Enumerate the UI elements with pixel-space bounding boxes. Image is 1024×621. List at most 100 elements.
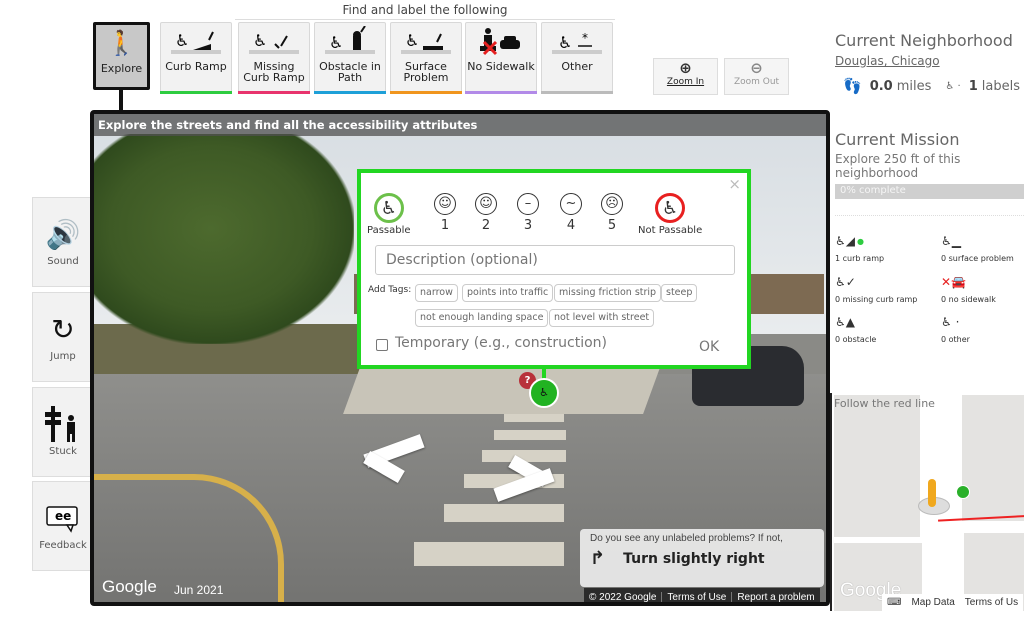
speaker-icon: 🔊 [45, 217, 81, 251]
other-color-bar [541, 91, 613, 94]
svg-text:*: * [582, 31, 588, 45]
zoom-out-icon: ⊖ [750, 59, 763, 77]
missing-curb-ramp-button[interactable]: ♿ Missing Curb Ramp [238, 22, 310, 94]
tag-narrow[interactable]: narrow [415, 284, 458, 302]
severity-3-label: 3 [523, 218, 533, 233]
find-and-label-title: Find and label the following [235, 3, 615, 20]
no-sidewalk-icon: ✕ 🚘 [941, 275, 967, 289]
tag-steep[interactable]: steep [661, 284, 698, 302]
obstacle-icon: ♿▲ [835, 315, 855, 329]
map-data-link[interactable]: Map Data [906, 597, 959, 608]
google-logo: Google [102, 577, 157, 596]
neighborhood-stats: 👣 0.0 miles ♿ · 1 labels [843, 77, 1020, 95]
pegman-icon[interactable] [928, 479, 936, 507]
feedback-label: Feedback [39, 540, 87, 551]
copyright: © 2022 Google [589, 591, 657, 603]
surface-problem-label: Surface Problem [403, 60, 449, 84]
curb-ramp-button[interactable]: ♿ Curb Ramp [160, 22, 232, 94]
severity-5-label: 5 [607, 218, 617, 233]
crosswalk-stripe [494, 430, 566, 440]
other-icon: ♿ · [941, 315, 960, 329]
mission-progress-text: 0% complete [840, 185, 906, 196]
other-icon: ♿ * [542, 23, 612, 59]
surface-problem-icon: ♿ [391, 23, 461, 59]
mission-progress-bar: 0% complete [835, 184, 1024, 199]
neighborhood-link[interactable]: Douglas, Chicago [835, 54, 940, 68]
svg-text:♿: ♿ [329, 33, 343, 52]
close-icon[interactable]: × [728, 175, 741, 193]
svg-text:♿: ♿ [405, 31, 419, 50]
miles-value: 0.0 [869, 78, 893, 94]
no-sidewalk-label: No Sidewalk [467, 60, 535, 73]
jump-button[interactable]: ↻ Jump [32, 292, 94, 382]
passable-label: Passable [367, 225, 411, 236]
panorama-tree [94, 134, 354, 344]
stuck-label: Stuck [49, 446, 77, 457]
feedback-button[interactable]: ee Feedback [32, 481, 94, 571]
tag-not-level-with-street[interactable]: not level with street [549, 309, 655, 327]
tag-not-enough-landing-space[interactable]: not enough landing space [415, 309, 549, 327]
svg-text:ee: ee [55, 509, 71, 523]
svg-text:♿: ♿ [558, 33, 572, 52]
temporary-checkbox[interactable] [376, 339, 388, 351]
missing-curb-ramp-icon: ♿✓ [835, 275, 856, 289]
slight-frown-face-icon: ~ [560, 193, 582, 215]
zoom-in-button[interactable]: ⊕ Zoom In [653, 58, 718, 95]
hint-action: Turn slightly right [623, 550, 765, 567]
severity-3[interactable]: –3 [517, 193, 539, 233]
severity-2[interactable]: ☺ 2 [475, 193, 497, 233]
surface-problem-button[interactable]: ♿ Surface Problem [390, 22, 462, 94]
map-terms-link[interactable]: Terms of Us [960, 597, 1023, 608]
severity-5[interactable]: ☹ 5 [601, 193, 623, 233]
count-text: 0 no sidewalk [941, 295, 996, 304]
explore-label: Explore [100, 62, 143, 75]
smile-face-icon: ☺ [475, 193, 497, 215]
neutral-face-icon: – [517, 193, 539, 215]
count-obstacle: ♿▲ 0 obstacle [835, 313, 876, 344]
mission-title: Current Mission [835, 130, 960, 149]
count-text: 0 surface problem [941, 254, 1014, 263]
no-sidewalk-button[interactable]: No Sidewalk [465, 22, 537, 94]
obstacle-label: Obstacle in Path [319, 60, 381, 84]
ok-button[interactable]: OK [699, 339, 719, 355]
other-icon: ♿ · [945, 80, 961, 92]
terms-of-use-link[interactable]: Terms of Use [661, 591, 731, 602]
feedback-icon: ee [33, 496, 93, 540]
turn-right-arrow-icon: ↱ [590, 548, 606, 569]
label-marker-icon[interactable] [956, 485, 970, 499]
zoom-out-label: Zoom Out [733, 77, 780, 87]
other-button[interactable]: ♿ * Other [541, 22, 613, 94]
map-block [834, 395, 920, 537]
crosswalk-stripe [414, 542, 564, 566]
missing-curb-ramp-color-bar [238, 91, 310, 94]
temporary-label: Temporary (e.g., construction) [395, 335, 607, 351]
count-curb-ramp: ♿◢ ● 1 curb ramp [835, 232, 884, 263]
label-popup: × ♿ Passable ☺ 1 ☺ 2 –3 ~4 ☹ 5 ♿ Not Passab… [357, 169, 751, 369]
severity-1[interactable]: ☺ 1 [434, 193, 456, 233]
streetview-footer: © 2022 Google Terms of Use Report a prob… [584, 588, 820, 603]
keyboard-icon[interactable]: ⌨ [882, 597, 906, 608]
zoom-in-label: Zoom In [666, 77, 705, 87]
sound-button[interactable]: 🔊 Sound [32, 197, 94, 287]
walking-person-icon: 🚶 [106, 28, 137, 57]
count-text: 0 obstacle [835, 335, 877, 344]
svg-text:♿: ♿ [175, 31, 189, 50]
tag-missing-friction-strip[interactable]: missing friction strip [554, 284, 662, 302]
tag-points-into-traffic[interactable]: points into traffic [462, 284, 554, 302]
severity-4[interactable]: ~4 [560, 193, 582, 233]
description-input[interactable] [375, 245, 735, 275]
not-passable-label: Not Passable [638, 225, 703, 236]
zoom-out-button[interactable]: ⊖ Zoom Out [724, 58, 789, 95]
no-sidewalk-color-bar [465, 91, 537, 94]
curb-ramp-color-bar [160, 91, 232, 94]
footprints-icon: 👣 [843, 77, 862, 95]
explore-button[interactable]: 🚶 Explore [93, 22, 150, 90]
passable-option[interactable]: ♿ Passable [367, 193, 411, 236]
minimap[interactable]: Follow the red line Google ⌨ Map Data Te… [830, 393, 1024, 611]
stuck-button[interactable]: Stuck [32, 387, 94, 477]
navigation-hint: Do you see any unlabeled problems? If no… [580, 529, 824, 587]
curb-ramp-label-marker[interactable]: ♿ [529, 378, 559, 408]
report-problem-link[interactable]: Report a problem [731, 591, 819, 602]
obstacle-button[interactable]: ♿ Obstacle in Path [314, 22, 386, 94]
not-passable-option[interactable]: ♿ Not Passable [638, 193, 702, 236]
